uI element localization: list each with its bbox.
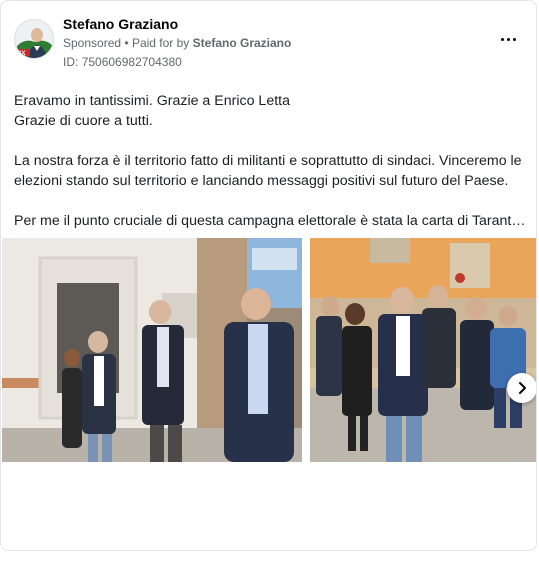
carousel-photo-1[interactable] bbox=[2, 238, 302, 462]
carousel-next-button[interactable] bbox=[507, 373, 536, 403]
sponsor-line: Sponsored • Paid for by Stefano Graziano bbox=[63, 36, 291, 50]
paid-for-label: Paid for by bbox=[131, 36, 190, 50]
avatar-portrait: 3X bbox=[15, 20, 53, 58]
page-avatar[interactable]: 3X bbox=[14, 19, 54, 59]
ad-id: ID: 750606982704380 bbox=[63, 55, 182, 69]
more-options-icon bbox=[500, 37, 504, 41]
post-paragraph-truncated[interactable]: Per me il punto cruciale di questa campa… bbox=[14, 211, 529, 231]
ad-card: 3X Stefano Graziano Sponsored • Paid for… bbox=[0, 0, 537, 551]
page-name[interactable]: Stefano Graziano bbox=[63, 16, 178, 32]
sponsored-label: Sponsored bbox=[63, 36, 122, 50]
ad-id-label: ID: bbox=[63, 55, 79, 69]
avatar-badge: 3X bbox=[18, 51, 25, 57]
chevron-right-icon bbox=[519, 382, 526, 394]
post-text: Eravamo in tantissimi. Grazie a Enrico L… bbox=[14, 91, 529, 231]
ad-id-value: 750606982704380 bbox=[81, 55, 182, 69]
post-line: Eravamo in tantissimi. Grazie a Enrico L… bbox=[14, 93, 290, 109]
post-line: Grazie di cuore a tutti. bbox=[14, 113, 153, 129]
post-paragraph: La nostra forza è il territorio fatto di… bbox=[14, 153, 522, 189]
more-options-button[interactable] bbox=[494, 29, 522, 49]
meta-separator: • bbox=[124, 36, 129, 50]
street-photo-2 bbox=[310, 238, 536, 462]
street-photo-1 bbox=[2, 238, 302, 462]
payer-name: Stefano Graziano bbox=[192, 36, 292, 50]
carousel-photo-2[interactable] bbox=[310, 238, 536, 462]
